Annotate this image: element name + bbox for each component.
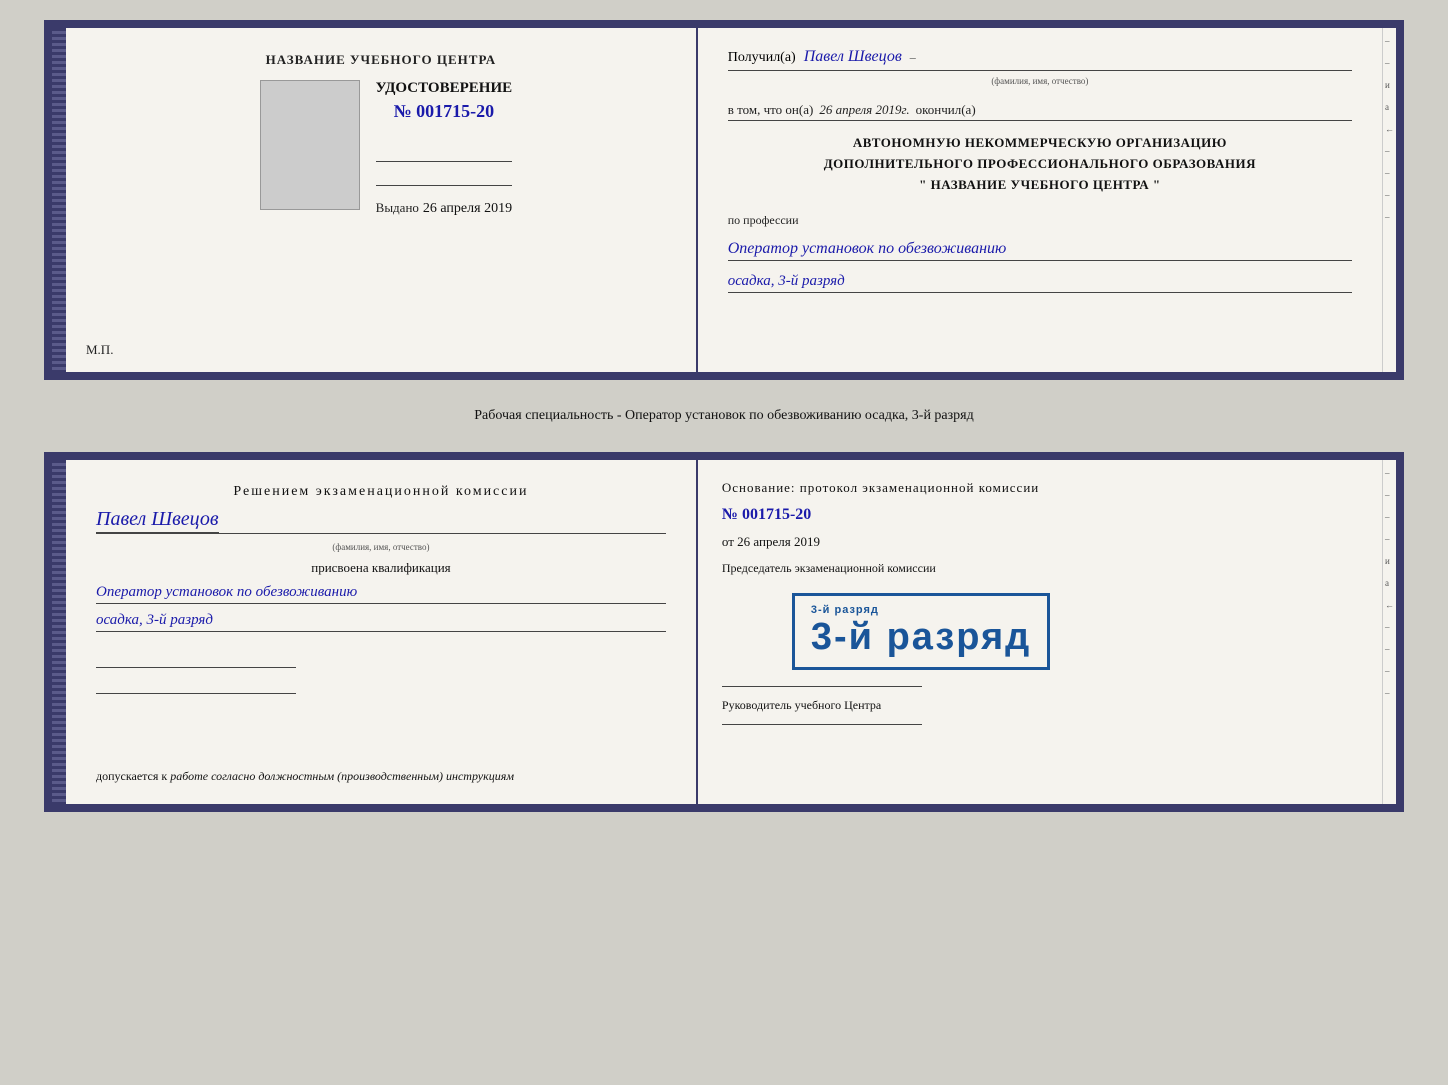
vtom-row: в том, что он(а) 26 апреля 2019г. окончи… <box>728 102 1352 121</box>
poluchil-row: Получил(а) Павел Швецов – <box>728 48 1352 71</box>
separator-text: Рабочая специальность - Оператор установ… <box>454 398 994 434</box>
recipient-name: Павел Швецов <box>804 48 902 66</box>
vydano-prefix: Выдано <box>376 200 419 216</box>
ruk-label: Руководитель учебного Центра <box>722 697 1358 714</box>
doc1-photo-row: УДОСТОВЕРЕНИЕ № 001715-20 Выдано 26 апре… <box>250 80 513 224</box>
vydano-date: 26 апреля 2019 <box>423 201 512 217</box>
doc2-right-panel: Основание: протокол экзаменационной коми… <box>698 460 1382 804</box>
right-sidebar-dec: – – и а ← – – – – <box>1382 28 1396 372</box>
ruk-text: Руководитель учебного Центра <box>722 698 881 712</box>
doc2-name: Павел Швецов <box>96 508 219 533</box>
fio-hint-text: (фамилия, имя, отчество) <box>728 76 1352 86</box>
photo-placeholder <box>260 80 360 210</box>
doc2-person-name: Павел Швецов <box>96 508 666 534</box>
dopusk-prefix: допускается к <box>96 769 167 783</box>
okonchil: окончил(а) <box>916 102 976 118</box>
org-line1: АВТОНОМНУЮ НЕКОММЕРЧЕСКУЮ ОРГАНИЗАЦИЮ <box>728 133 1352 154</box>
vydano-row: Выдано 26 апреля 2019 <box>376 200 512 217</box>
protocol-num: № 001715-20 <box>722 506 1358 524</box>
sig-line-ruk <box>722 724 922 725</box>
udost-label: УДОСТОВЕРЕНИЕ <box>376 80 513 97</box>
sig-line-b <box>96 674 296 694</box>
assigned-label: присвоена квалификация <box>96 560 666 576</box>
osnov-label: Основание: протокол экзаменационной коми… <box>722 480 1358 496</box>
qual-line1: Оператор установок по обезвоживанию <box>96 584 666 604</box>
sig-line-predsed <box>722 686 922 687</box>
fio-hint-1: (фамилия, имя, отчество) <box>728 75 1352 86</box>
sig-line-1 <box>376 144 513 162</box>
dash-separator: – <box>910 50 916 65</box>
ot-row: от 26 апреля 2019 <box>722 534 1358 550</box>
vtom-date: 26 апреля 2019г. <box>819 102 909 118</box>
sig-line-2 <box>376 168 513 186</box>
doc-spine-2 <box>52 460 66 804</box>
dopusk-content: работе согласно должностным (производств… <box>170 769 514 783</box>
profession-label: по профессии <box>728 213 1352 228</box>
org-line3: " НАЗВАНИЕ УЧЕБНОГО ЦЕНТРА " <box>728 175 1352 196</box>
sig-line-a <box>96 648 296 668</box>
photo-column <box>250 80 360 224</box>
separator-content: Рабочая специальность - Оператор установ… <box>474 408 974 423</box>
stamp-inner-label: 3-й разряд <box>811 604 1031 616</box>
predsed-label: Председатель экзаменационной комиссии <box>722 560 1358 577</box>
stamp-container: 3-й разряд 3-й разряд <box>752 587 1358 676</box>
doc1-left-panel: НАЗВАНИЕ УЧЕБНОГО ЦЕНТРА УДОСТОВЕРЕНИЕ №… <box>66 28 698 372</box>
specialty-value: осадка, 3-й разряд <box>728 273 1352 293</box>
org-block: АВТОНОМНУЮ НЕКОММЕРЧЕСКУЮ ОРГАНИЗАЦИЮ ДО… <box>728 133 1352 195</box>
document-card-1: НАЗВАНИЕ УЧЕБНОГО ЦЕНТРА УДОСТОВЕРЕНИЕ №… <box>44 20 1404 380</box>
doc-spine-left <box>52 28 66 372</box>
vtom-prefix: в том, что он(а) <box>728 102 814 118</box>
predsed-text: Председатель экзаменационной комиссии <box>722 561 936 575</box>
stamp-big-text: 3-й разряд <box>811 616 1031 659</box>
org-line2: ДОПОЛНИТЕЛЬНОГО ПРОФЕССИОНАЛЬНОГО ОБРАЗО… <box>728 154 1352 175</box>
doc2-left-panel: Решением экзаменационной комиссии Павел … <box>66 460 698 804</box>
dopuskaetsya-text: допускается к работе согласно должностны… <box>96 769 686 784</box>
stamp-box: 3-й разряд 3-й разряд <box>792 593 1050 670</box>
profession-value: Оператор установок по обезвоживанию <box>728 240 1352 261</box>
udost-num: № 001715-20 <box>394 101 495 122</box>
doc1-center-label: НАЗВАНИЕ УЧЕБНОГО ЦЕНТРА <box>266 52 497 68</box>
document-card-2: Решением экзаменационной комиссии Павел … <box>44 452 1404 812</box>
ot-date: 26 апреля 2019 <box>737 534 820 549</box>
doc2-fio-hint: (фамилия, имя, отчество) <box>96 542 666 552</box>
ot-prefix: от <box>722 534 734 549</box>
mp-label: М.П. <box>86 342 113 358</box>
poluchil-prefix: Получил(а) <box>728 50 796 66</box>
decision-label: Решением экзаменационной комиссии <box>96 484 666 500</box>
right-sidebar-dec-2: – – – – и а ← – – – – <box>1382 460 1396 804</box>
left-text-column: УДОСТОВЕРЕНИЕ № 001715-20 Выдано 26 апре… <box>376 80 513 217</box>
qual-line2: осадка, 3-й разряд <box>96 612 666 632</box>
doc1-right-panel: Получил(а) Павел Швецов – (фамилия, имя,… <box>698 28 1382 372</box>
sig-lines <box>96 648 666 694</box>
